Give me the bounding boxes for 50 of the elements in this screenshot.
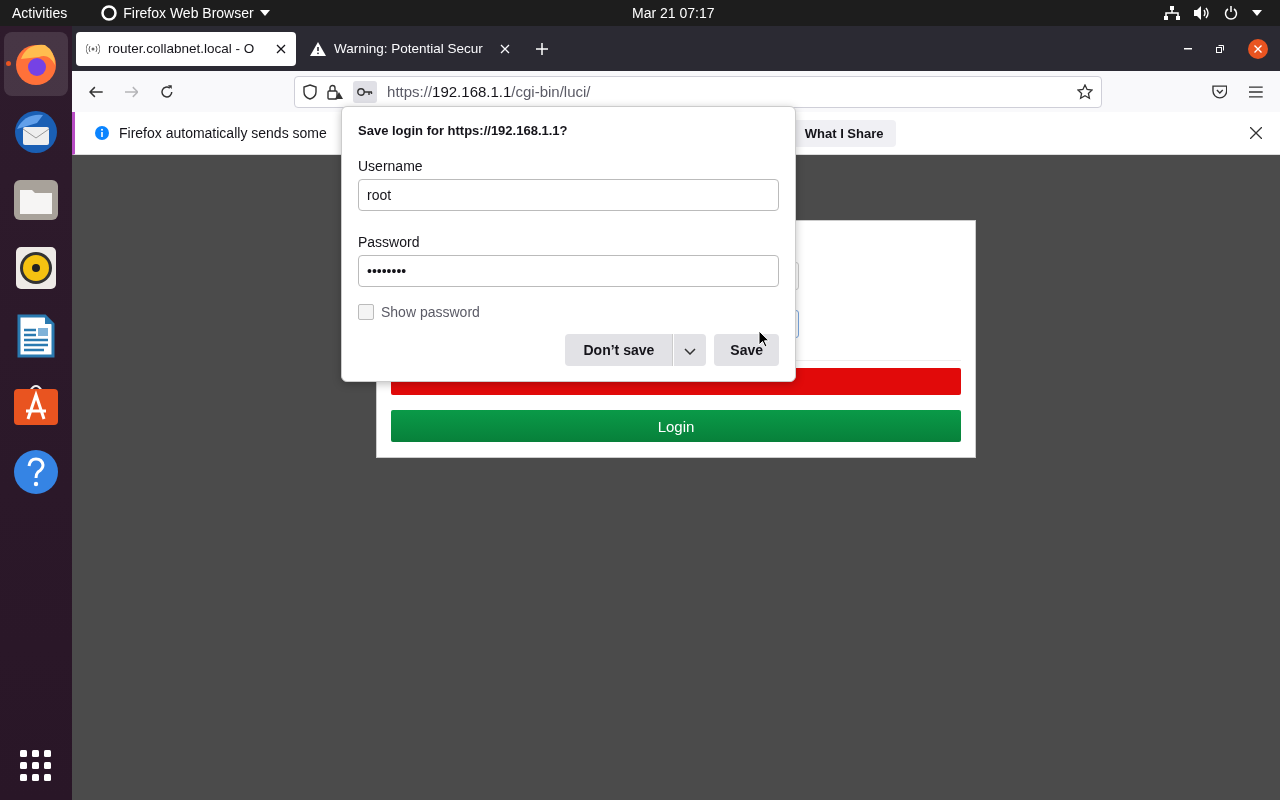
reload-icon[interactable] [160,84,175,99]
chevron-down-icon [684,348,697,355]
power-icon[interactable] [1224,6,1238,20]
close-icon[interactable] [1248,38,1268,59]
browser-tab[interactable]: router.collabnet.local - O [76,31,296,66]
shield-icon[interactable] [303,83,318,100]
save-button[interactable]: Save [714,334,779,366]
close-icon[interactable] [1250,127,1262,139]
dock-item[interactable] [4,32,68,96]
checkbox-label[interactable]: Show password [381,304,480,320]
url-text[interactable]: https://192.168.1.1/cgi-bin/luci/ [387,83,591,100]
field-label: Password [358,234,421,250]
lock-warning-icon[interactable] [327,83,344,100]
close-icon[interactable] [276,43,286,54]
browser-tab[interactable]: Warning: Potential Secur [300,31,520,66]
app-menu[interactable]: Firefox Web Browser [101,5,270,21]
dropdown-button[interactable] [674,334,707,366]
restore-icon[interactable] [1216,44,1224,53]
clock[interactable]: Mar 21 07:17 [632,5,715,21]
help-icon [14,450,58,494]
new-tab-icon[interactable] [536,42,548,55]
network-icon[interactable] [1164,6,1180,20]
username-field[interactable]: root [358,179,779,211]
activities-button[interactable]: Activities [12,5,68,21]
broadcast-icon [86,43,100,54]
dont-save-button[interactable]: Don’t save [565,334,674,366]
shopping-bag-icon [14,383,58,425]
warning-icon [310,41,326,56]
notification-text: Firefox automatically sends some [119,125,327,141]
folder-icon [14,180,58,220]
address-bar[interactable]: https://192.168.1.1/cgi-bin/luci/ [294,75,1102,108]
minimize-icon[interactable] [1184,47,1192,50]
dialog-title: Save login for https://192.168.1.1? [358,123,569,138]
caret-icon[interactable] [1252,10,1262,16]
field-label: Username [358,158,424,174]
mail-icon [13,109,59,155]
key-icon[interactable] [353,80,378,103]
pocket-icon[interactable] [1211,84,1228,99]
star-icon[interactable] [1076,83,1093,100]
password-field[interactable]: •••••••• [358,255,779,287]
app-grid-icon[interactable] [20,750,52,782]
speaker-icon [16,247,56,289]
info-icon [95,126,109,140]
document-icon [17,314,55,358]
caret-icon [259,10,270,16]
checkbox[interactable] [358,304,374,320]
volume-icon[interactable] [1194,6,1210,20]
menu-icon[interactable] [1249,85,1264,98]
login-button[interactable]: Login [391,410,961,442]
back-icon[interactable] [89,85,103,98]
